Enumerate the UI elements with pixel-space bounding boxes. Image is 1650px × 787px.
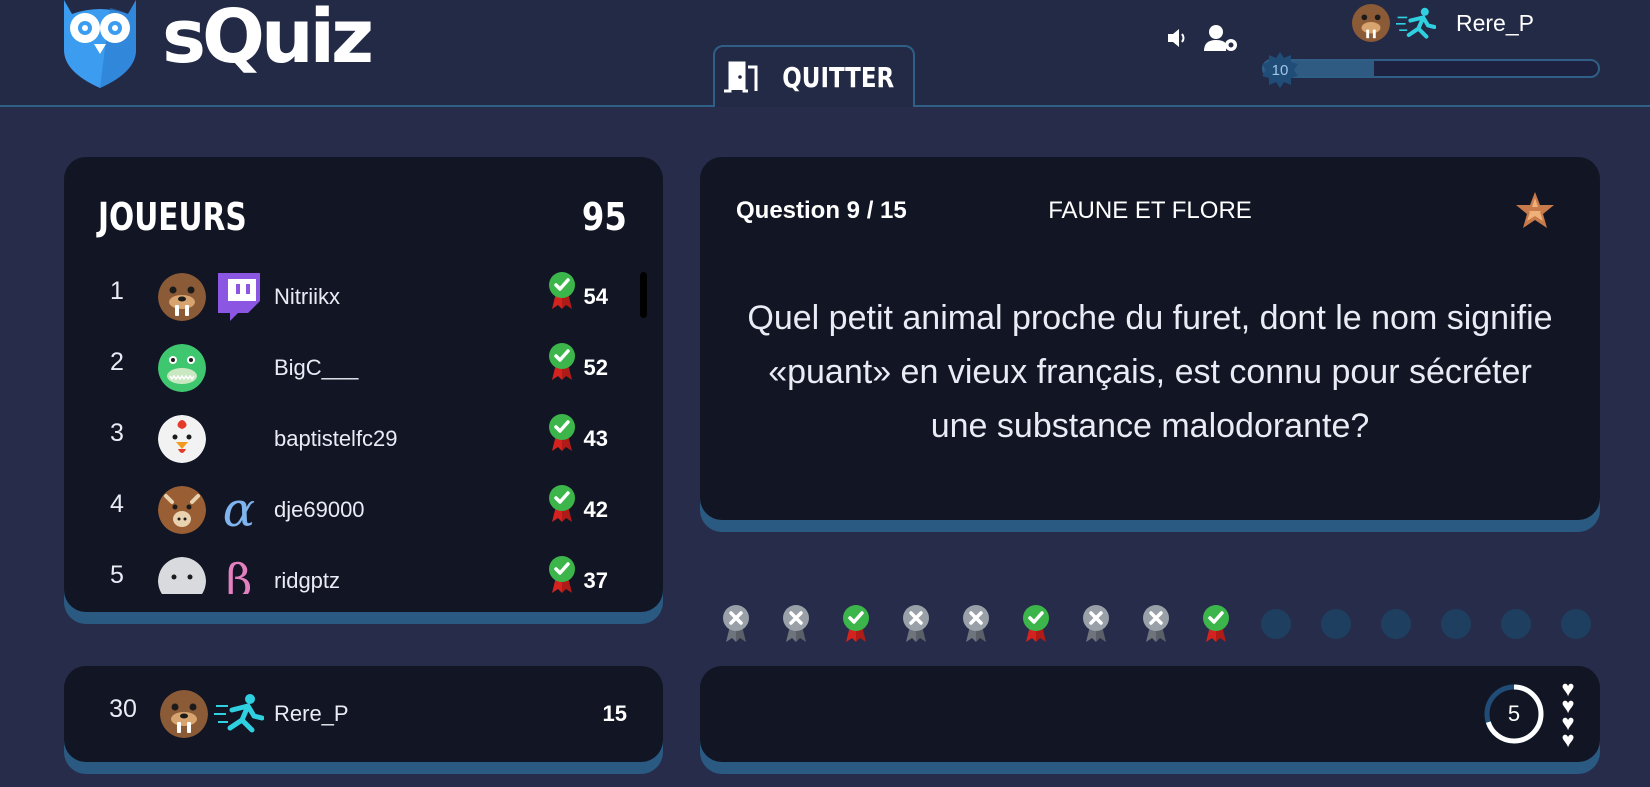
header-controls [1166,24,1238,52]
question-progress [700,600,1600,648]
quit-label: QUITTER [782,60,894,94]
walrus-avatar [158,273,206,321]
question-category: FAUNE ET FLORE [1048,197,1252,224]
players-panel: JOUEURS 95 1 Nitriikx 54 2 BigC___ 52 3 … [64,157,663,612]
players-list: 1 Nitriikx 54 2 BigC___ 52 3 baptistelfc… [64,267,644,594]
speaker-icon[interactable] [1166,27,1190,49]
runner-icon [214,694,264,733]
correct-answer-icon [1022,604,1050,644]
player-name: dje69000 [274,497,365,522]
walrus-avatar [160,690,208,738]
players-title: JOUEURS [98,195,247,239]
crocodile-avatar [158,344,206,392]
correct-answer-icon [1202,604,1230,644]
question-text: Quel petit animal proche du furet, dont … [747,299,1553,445]
heart-icon: ♥ [1561,727,1575,752]
pending-question-dot [1261,609,1291,639]
star-icon[interactable] [1515,190,1555,230]
svg-text:β: β [226,555,253,594]
app-name: sQuiz [162,0,374,80]
profile-username: Rere_P [1456,9,1534,36]
player-row[interactable]: 1 Nitriikx 54 [64,267,644,327]
player-rank: 1 [110,277,124,305]
question-panel: Question 9 / 15 FAUNE ET FLORE Quel peti… [700,157,1600,520]
user-profile[interactable]: Rere_P [1352,4,1534,42]
seal-avatar [158,557,206,594]
player-row[interactable]: 5 β ridgptz 37 [64,551,644,594]
my-rank-panel: 30 Rere_P 15 [64,666,663,762]
pending-question-dot [1381,609,1411,639]
runner-icon [1396,7,1436,39]
wrong-answer-icon [722,604,750,644]
player-score: 52 [583,355,608,380]
my-rank: 30 [109,695,137,723]
alpha-icon: α [223,484,255,534]
player-row[interactable]: 2 BigC___ 52 [64,338,644,398]
player-name: baptistelfc29 [274,426,398,451]
chicken-avatar [158,415,206,463]
player-score: 42 [583,497,608,522]
player-name: ridgptz [274,568,341,593]
pending-question-dot [1561,609,1591,639]
beta-icon: β [226,555,253,594]
xp-track [1262,59,1600,78]
pending-question-dot [1501,609,1531,639]
player-rank: 4 [110,490,124,518]
pending-question-dot [1441,609,1471,639]
answer-panel: 5 ♥ ♥ ♥ ♥ [700,666,1600,762]
user-settings-icon[interactable] [1204,24,1238,52]
wrong-answer-icon [782,604,810,644]
my-name: Rere_P [274,701,349,726]
lives-hearts: ♥ ♥ ♥ ♥ [1558,678,1578,752]
owl-logo-icon [64,0,136,88]
player-name: Nitriikx [274,284,340,309]
correct-answer-icon [842,604,870,644]
app-logo[interactable]: sQuiz [60,0,374,90]
player-score: 43 [583,426,608,451]
player-score: 54 [583,284,608,309]
pending-question-dot [1321,609,1351,639]
my-score: 15 [602,701,627,726]
svg-text:α: α [223,484,255,534]
walrus-avatar [1352,4,1390,42]
timer-value: 5 [1507,701,1521,726]
players-count: 95 [582,195,627,239]
wrong-answer-icon [1142,604,1170,644]
moose-avatar [158,486,206,534]
player-name: BigC___ [274,355,359,380]
twitch-icon [218,273,260,321]
xp-progress: 10 [1262,52,1602,88]
correct-answer-icon [548,555,576,594]
correct-answer-icon [548,413,576,453]
exit-door-icon [723,61,758,93]
top-bar: sQuiz QUITTER Rere_P 10 [0,0,1650,107]
player-row[interactable]: 4 α dje69000 42 [64,480,644,540]
quit-button[interactable]: QUITTER [713,45,915,107]
player-score: 37 [583,568,608,593]
player-rank: 5 [110,561,124,589]
correct-answer-icon [548,271,576,311]
player-rank: 3 [110,419,124,447]
wrong-answer-icon [962,604,990,644]
level-number: 10 [1271,61,1289,79]
correct-answer-icon [548,484,576,524]
wrong-answer-icon [1082,604,1110,644]
player-row[interactable]: 3 baptistelfc29 43 [64,409,644,469]
wrong-answer-icon [902,604,930,644]
correct-answer-icon [548,342,576,382]
player-rank: 2 [110,348,124,376]
